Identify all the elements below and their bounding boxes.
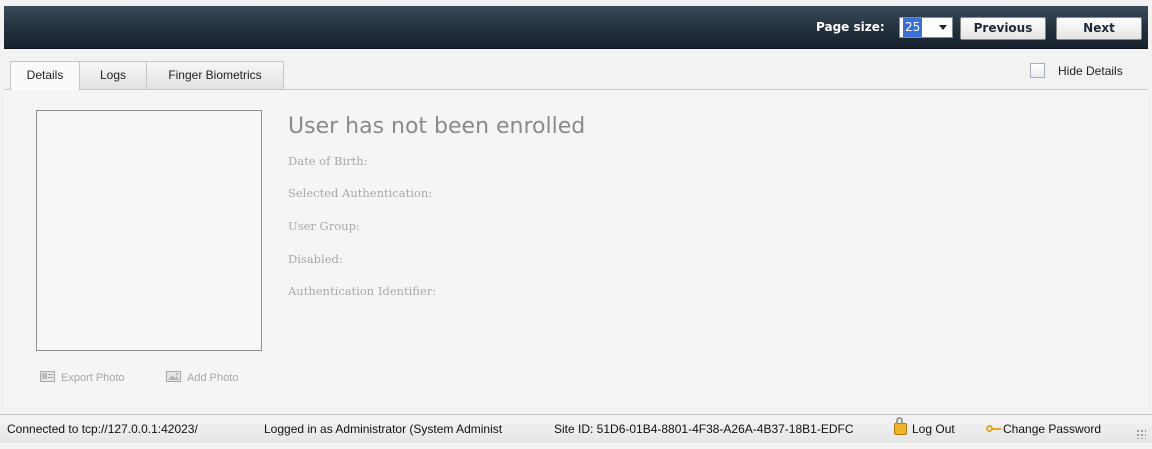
hide-details-toggle[interactable]: Hide Details (1030, 63, 1123, 78)
lock-icon (894, 417, 907, 435)
status-bar: Connected to tcp://127.0.0.1:42023/ Logg… (0, 414, 1152, 443)
export-photo-icon (40, 371, 55, 382)
previous-button[interactable]: Previous (960, 17, 1046, 40)
page-size-value: 25 (903, 18, 923, 37)
add-photo-icon (166, 371, 181, 382)
hide-details-label: Hide Details (1058, 64, 1123, 78)
field-user-group: User Group: (288, 219, 360, 233)
hide-details-checkbox[interactable] (1030, 63, 1045, 78)
tab-finger-biometrics[interactable]: Finger Biometrics (146, 61, 284, 89)
tab-details[interactable]: Details (10, 61, 80, 90)
next-button[interactable]: Next (1056, 17, 1142, 40)
key-icon (986, 424, 1001, 434)
enrollment-status-title: User has not been enrolled (288, 114, 586, 139)
logged-in-status: Logged in as Administrator (System Admin… (264, 422, 503, 436)
page-size-label: Page size: (816, 20, 885, 34)
change-password-label: Change Password (1003, 422, 1102, 436)
field-date-of-birth: Date of Birth: (288, 154, 368, 168)
top-toolbar: Page size: 25 Previous Next (4, 6, 1148, 49)
tab-strip: Details Logs Finger Biometrics (4, 57, 1148, 90)
site-id: Site ID: 51D6-01B4-8801-4F38-A26A-4B37-1… (554, 422, 854, 436)
field-authentication-identifier: Authentication Identifier: (288, 284, 437, 298)
details-panel: Export Photo Add Photo User has not been… (4, 90, 1148, 408)
log-out-button[interactable]: Log Out (894, 415, 974, 443)
tab-logs[interactable]: Logs (79, 61, 147, 89)
field-disabled: Disabled: (288, 252, 343, 266)
user-photo (36, 110, 262, 351)
export-photo-button[interactable]: Export Photo (40, 371, 125, 384)
add-photo-button[interactable]: Add Photo (166, 371, 238, 384)
change-password-button[interactable]: Change Password (986, 415, 1126, 443)
page-size-select[interactable]: 25 (899, 17, 953, 38)
connection-status: Connected to tcp://127.0.0.1:42023/ (7, 422, 198, 436)
chevron-down-icon (939, 25, 947, 30)
field-selected-authentication: Selected Authentication: (288, 186, 433, 200)
add-photo-label: Add Photo (187, 372, 239, 384)
resize-grip-icon[interactable] (1136, 429, 1146, 439)
log-out-label: Log Out (912, 422, 955, 436)
export-photo-label: Export Photo (61, 372, 125, 384)
